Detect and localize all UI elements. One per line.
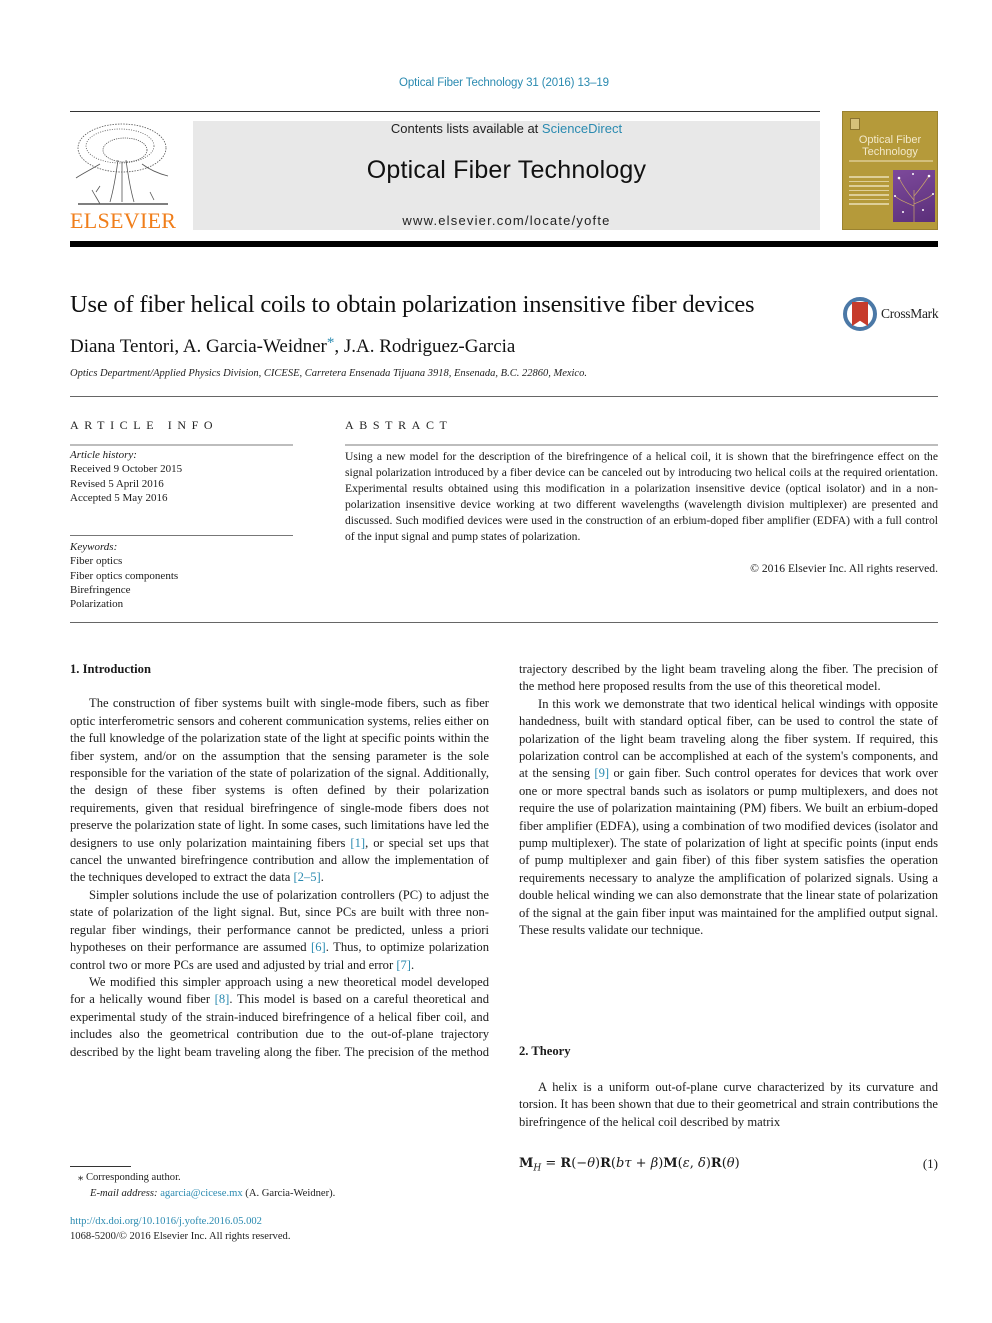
- article-info-heading: ARTICLE INFO: [70, 418, 219, 432]
- equation-number: (1): [922, 1156, 938, 1171]
- journal-title: Optical Fiber Technology: [366, 156, 647, 184]
- cover-title-line-2: Technology: [862, 146, 918, 158]
- cover-contents-list: [849, 176, 889, 208]
- paragraph-text: The construction of fiber systems built …: [70, 696, 489, 850]
- theory-paragraph: A helix is a uniform out-of-plane curve …: [519, 1079, 938, 1131]
- history-accepted: Accepted 5 May 2016: [70, 491, 168, 504]
- section-heading-theory: 2. Theory: [519, 1044, 571, 1058]
- email-owner: (A. Garcia-Weidner).: [242, 1188, 336, 1199]
- equation-1: MH = R(−θ)R(bτ + β)M(ε, δ)R(θ) (1): [519, 1156, 938, 1176]
- journal-reference-link[interactable]: Optical Fiber Technology 31 (2016) 13–19: [0, 77, 992, 89]
- paragraph: In this work we demonstrate that two ide…: [519, 696, 938, 940]
- email-link[interactable]: agarcia@cicese.mx: [160, 1188, 242, 1199]
- body-column-right: trajectory described by the light beam t…: [519, 661, 938, 940]
- sciencedirect-link[interactable]: ScienceDirect: [542, 121, 622, 136]
- keyword-item: Birefringence: [70, 583, 131, 596]
- header-top-rule: [70, 111, 820, 112]
- email-note: E-mail address: agarcia@cicese.mx (A. Ga…: [90, 1186, 335, 1201]
- keywords-heading: Keywords:: [70, 541, 118, 553]
- article-info-rule: [70, 444, 293, 446]
- paragraph-text: trajectory described by the light beam t…: [519, 662, 938, 694]
- cover-subtitle-bar: [849, 160, 933, 162]
- abstract-text: Using a new model for the description of…: [345, 450, 938, 543]
- citation-link[interactable]: [2–5]: [293, 870, 320, 884]
- equation-expression: MH = R(−θ)R(bτ + β)M(ε, δ)R(θ): [519, 1156, 740, 1174]
- issn-copyright: 1068-5200/© 2016 Elsevier Inc. All right…: [70, 1231, 291, 1242]
- paragraph: We modified this simpler approach using …: [70, 974, 489, 1061]
- cover-title: Optical Fiber Technology: [843, 134, 937, 158]
- history-heading: Article history:: [70, 449, 137, 461]
- paragraph-text: .: [411, 957, 415, 972]
- footnote-rule: [70, 1166, 131, 1167]
- contents-prefix: Contents lists available at: [390, 121, 542, 136]
- contents-line: Contents lists available at ScienceDirec…: [193, 121, 820, 136]
- history-revised: Revised 5 April 2016: [70, 477, 164, 490]
- abstract-rule: [345, 444, 938, 446]
- doi-link[interactable]: http://dx.doi.org/10.1016/j.yofte.2016.0…: [70, 1216, 262, 1227]
- author-2[interactable]: A. Garcia-Weidner: [183, 336, 327, 357]
- body-column-left: 1. Introduction The construction of fibe…: [70, 661, 489, 1061]
- keyword-item: Polarization: [70, 598, 124, 611]
- history-received: Received 9 October 2015: [70, 463, 183, 476]
- keywords-list: Keywords: Fiber optics Fiber optics comp…: [70, 540, 178, 611]
- paragraph-text: or gain fiber. Such control operates for…: [519, 766, 938, 938]
- crossmark-button[interactable]: CrossMark: [843, 297, 943, 333]
- author-1[interactable]: Diana Tentori,: [70, 336, 183, 357]
- author-3[interactable]: , J.A. Rodriguez-Garcia: [334, 336, 515, 357]
- affiliation: Optics Department/Applied Physics Divisi…: [70, 368, 587, 379]
- citation-link[interactable]: [9]: [594, 766, 609, 780]
- citation-link[interactable]: [7]: [396, 958, 411, 972]
- paragraph-text: A helix is a uniform out-of-plane curve …: [519, 1080, 938, 1129]
- elsevier-tree-icon: [75, 123, 169, 205]
- cover-artwork: [893, 170, 935, 222]
- header-thick-rule: [70, 241, 938, 247]
- elsevier-wordmark: ELSEVIER: [70, 208, 177, 233]
- abstract-divider: [70, 622, 938, 623]
- email-label: E-mail address:: [90, 1188, 161, 1199]
- keyword-item: Fiber optics components: [70, 569, 179, 582]
- article-title: Use of fiber helical coils to obtain pol…: [70, 291, 755, 318]
- journal-banner: Contents lists available at ScienceDirec…: [193, 121, 820, 230]
- title-divider: [70, 396, 938, 397]
- keywords-rule: [70, 535, 293, 536]
- corresponding-author-note: ⁎ Corresponding author.: [78, 1172, 181, 1183]
- author-list: Diana Tentori, A. Garcia-Weidner*, J.A. …: [70, 335, 515, 358]
- article-history: Article history: Received 9 October 2015…: [70, 448, 182, 505]
- cover-publisher-badge: [850, 118, 860, 130]
- paragraph-continuation: trajectory described by the light beam t…: [519, 661, 938, 696]
- cover-title-line-1: Optical Fiber: [858, 134, 922, 146]
- paragraph-text: .: [320, 870, 324, 885]
- citation-link[interactable]: [6]: [311, 940, 326, 954]
- abstract-heading: ABSTRACT: [345, 418, 453, 432]
- journal-homepage-link[interactable]: www.elsevier.com/locate/yofte: [193, 213, 820, 228]
- paragraph: Simpler solutions include the use of pol…: [70, 887, 489, 974]
- keyword-item: Fiber optics: [70, 555, 123, 568]
- crossmark-label: CrossMark: [881, 306, 939, 321]
- journal-cover-thumbnail[interactable]: Optical Fiber Technology: [842, 111, 938, 230]
- citation-link[interactable]: [8]: [215, 992, 230, 1006]
- paragraph: The construction of fiber systems built …: [70, 695, 489, 886]
- abstract-copyright: © 2016 Elsevier Inc. All rights reserved…: [750, 562, 938, 575]
- elsevier-logo[interactable]: ELSEVIER: [70, 120, 177, 233]
- section-heading-introduction: 1. Introduction: [70, 662, 151, 676]
- citation-link[interactable]: [1]: [350, 836, 365, 850]
